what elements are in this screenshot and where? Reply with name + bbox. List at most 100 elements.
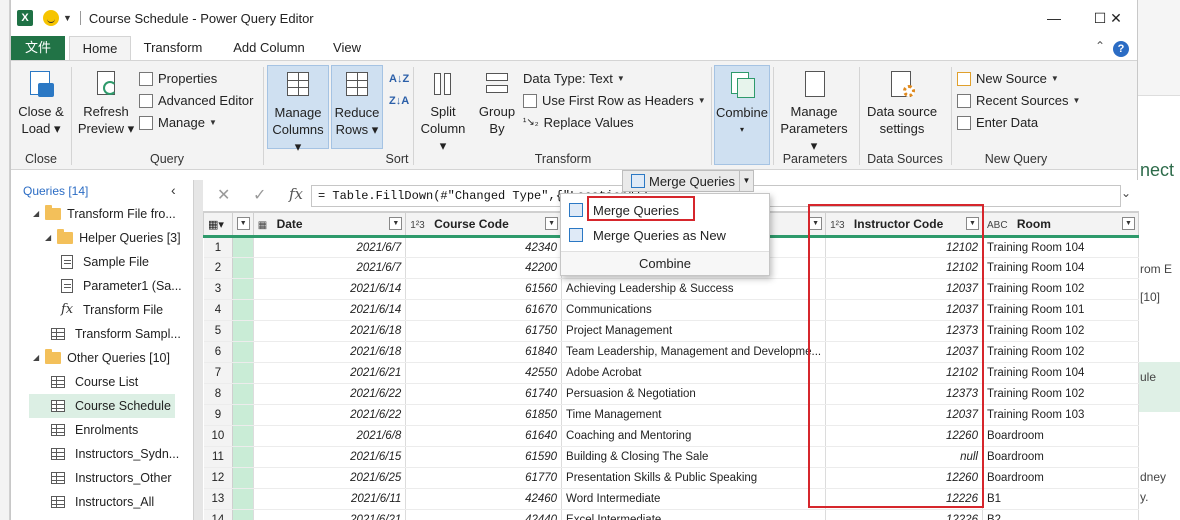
split-column-button[interactable]: Split Column ▾ xyxy=(417,65,469,153)
table-row[interactable]: 14 2021/6/21 42440 Excel Intermediate 12226 B… xyxy=(203,509,1139,520)
table-row[interactable]: 4 2021/6/14 61670 Communications 12037 Traini… xyxy=(203,299,1139,321)
cell-course-code[interactable]: 42460 xyxy=(405,488,563,510)
tab-view[interactable]: View xyxy=(327,36,367,60)
cell-room[interactable]: Training Room 102 xyxy=(982,383,1139,405)
row-number[interactable]: 8 xyxy=(203,383,234,405)
table-row[interactable]: 13 2021/6/11 42460 Word Intermediate 12226 B1 xyxy=(203,488,1139,510)
cell-date[interactable]: 2021/6/22 xyxy=(253,383,407,405)
table-menu-header[interactable]: ▦▾ xyxy=(203,212,234,238)
cell-date[interactable]: 2021/6/22 xyxy=(253,404,407,426)
check-icon[interactable]: ✓ xyxy=(253,185,266,205)
close-window-button[interactable]: ✕ xyxy=(1093,0,1139,36)
empty-header[interactable]: ▼ xyxy=(232,212,254,238)
reduce-rows-button[interactable]: Reduce Rows ▾ xyxy=(331,65,383,149)
cell-course-name[interactable]: Excel Intermediate xyxy=(561,509,827,520)
cell-course-code[interactable]: 61670 xyxy=(405,299,563,321)
cell-course-name[interactable]: Achieving Leadership & Success xyxy=(561,278,827,300)
cell-course-name[interactable]: Adobe Acrobat xyxy=(561,362,827,384)
combine-button[interactable]: Combine ▾ xyxy=(714,65,770,165)
query-folder-other-queries[interactable]: ◢ Other Queries [10] xyxy=(33,346,193,370)
cell-course-name[interactable]: Presentation Skills & Public Speaking xyxy=(561,467,827,489)
manage-columns-button[interactable]: Manage Columns ▾ xyxy=(267,65,329,154)
cell-date[interactable]: 2021/6/14 xyxy=(253,299,407,321)
row-quality-cell[interactable] xyxy=(232,425,254,447)
cell-room[interactable]: Training Room 103 xyxy=(982,404,1139,426)
query-folder-helper-queries[interactable]: ◢ Helper Queries [3] xyxy=(45,226,193,250)
table-row[interactable]: 9 2021/6/22 61850 Time Management 12037 Train… xyxy=(203,404,1139,426)
row-quality-cell[interactable] xyxy=(232,341,254,363)
minimize-button[interactable]: — xyxy=(1031,0,1077,36)
cell-room[interactable]: Training Room 104 xyxy=(982,362,1139,384)
cell-course-name[interactable]: Coaching and Mentoring xyxy=(561,425,827,447)
cell-course-name[interactable]: Building & Closing The Sale xyxy=(561,446,827,468)
row-number[interactable]: 7 xyxy=(203,362,234,384)
tab-home[interactable]: Home xyxy=(69,36,131,61)
row-number[interactable]: 14 xyxy=(203,509,234,520)
refresh-preview-button[interactable]: Refresh Preview ▾ xyxy=(75,65,137,149)
data-type-dropdown[interactable]: Data Type: Text ▼ xyxy=(523,69,625,89)
query-item-transform-sample[interactable]: Transform Sampl... xyxy=(51,322,193,346)
row-quality-cell[interactable] xyxy=(232,278,254,300)
row-number[interactable]: 9 xyxy=(203,404,234,426)
cell-room[interactable]: Boardroom xyxy=(982,467,1139,489)
smile-icon[interactable] xyxy=(43,10,59,26)
replace-values-button[interactable]: ¹↘₂ Replace Values xyxy=(523,113,634,133)
properties-button[interactable]: Properties xyxy=(139,69,217,89)
table-row[interactable]: 7 2021/6/21 42550 Adobe Acrobat 12102 Trainin… xyxy=(203,362,1139,384)
cell-room[interactable]: Training Room 102 xyxy=(982,320,1139,342)
manage-parameters-button[interactable]: Manage Parameters ▾ xyxy=(777,65,851,153)
help-icon[interactable]: ? xyxy=(1113,41,1129,57)
cell-date[interactable]: 2021/6/7 xyxy=(253,257,407,279)
new-source-button[interactable]: New Source ▼ xyxy=(957,69,1059,89)
cell-course-code[interactable]: 42550 xyxy=(405,362,563,384)
cell-course-code[interactable]: 61770 xyxy=(405,467,563,489)
table-row[interactable]: 10 2021/6/8 61640 Coaching and Mentoring 122… xyxy=(203,425,1139,447)
cell-course-code[interactable]: 42440 xyxy=(405,509,563,520)
query-item-sample-file[interactable]: Sample File xyxy=(61,250,193,274)
menu-item-merge-queries-as-new[interactable]: Merge Queries as New xyxy=(565,224,765,246)
cell-course-code[interactable]: 61640 xyxy=(405,425,563,447)
query-item-instructors-all[interactable]: Instructors_All xyxy=(51,490,193,514)
data-source-settings-button[interactable]: Data source settings xyxy=(863,65,941,149)
row-quality-cell[interactable] xyxy=(232,383,254,405)
merge-queries-split-button[interactable]: Merge Queries ▼ xyxy=(622,170,754,192)
cell-course-code[interactable]: 61840 xyxy=(405,341,563,363)
cell-course-name[interactable]: Project Management xyxy=(561,320,827,342)
expand-icon[interactable]: ◢ xyxy=(33,346,39,370)
cell-room[interactable]: Training Room 102 xyxy=(982,341,1139,363)
row-number[interactable]: 13 xyxy=(203,488,234,510)
cell-course-code[interactable]: 61850 xyxy=(405,404,563,426)
table-row[interactable]: 3 2021/6/14 61560 Achieving Leadership & Su… xyxy=(203,278,1139,300)
tab-add-column[interactable]: Add Column xyxy=(225,36,313,60)
table-row[interactable]: 5 2021/6/18 61750 Project Management 12373 Tr… xyxy=(203,320,1139,342)
row-quality-cell[interactable] xyxy=(232,362,254,384)
filter-icon[interactable]: ▼ xyxy=(389,217,403,230)
row-quality-cell[interactable] xyxy=(232,467,254,489)
query-item-parameter1[interactable]: Parameter1 (Sa... xyxy=(61,274,193,298)
tab-file[interactable]: 文件 xyxy=(11,36,65,60)
cell-room[interactable]: B2 xyxy=(982,509,1139,520)
sort-ascending-button[interactable]: A↓Z xyxy=(389,69,409,89)
enter-data-button[interactable]: Enter Data xyxy=(957,113,1038,133)
cancel-icon[interactable]: ✕ xyxy=(217,185,230,205)
row-quality-cell[interactable] xyxy=(232,488,254,510)
cell-room[interactable]: Training Room 102 xyxy=(982,278,1139,300)
chevron-down-icon[interactable]: ⌄ xyxy=(1121,186,1131,200)
cell-room[interactable]: B1 xyxy=(982,488,1139,510)
cell-date[interactable]: 2021/6/14 xyxy=(253,278,407,300)
chevron-left-icon[interactable]: ‹ xyxy=(171,182,176,198)
cell-course-code[interactable]: 42200 xyxy=(405,257,563,279)
row-number[interactable]: 11 xyxy=(203,446,234,468)
row-number[interactable]: 1 xyxy=(203,236,234,258)
row-quality-cell[interactable] xyxy=(232,299,254,321)
expand-icon[interactable]: ◢ xyxy=(45,226,51,250)
query-folder-transform-file[interactable]: ◢ Transform File fro... xyxy=(33,202,193,226)
table-row[interactable]: 6 2021/6/18 61840 Team Leadership, Manageme… xyxy=(203,341,1139,363)
advanced-editor-button[interactable]: Advanced Editor xyxy=(139,91,253,111)
table-row[interactable]: 8 2021/6/22 61740 Persuasion & Negotiation 1… xyxy=(203,383,1139,405)
cell-date[interactable]: 2021/6/15 xyxy=(253,446,407,468)
filter-icon[interactable]: ▼ xyxy=(1122,217,1135,230)
row-quality-cell[interactable] xyxy=(232,320,254,342)
manage-button[interactable]: Manage ▼ xyxy=(139,113,217,133)
query-item-course-schedule[interactable]: Course Schedule xyxy=(29,394,175,418)
